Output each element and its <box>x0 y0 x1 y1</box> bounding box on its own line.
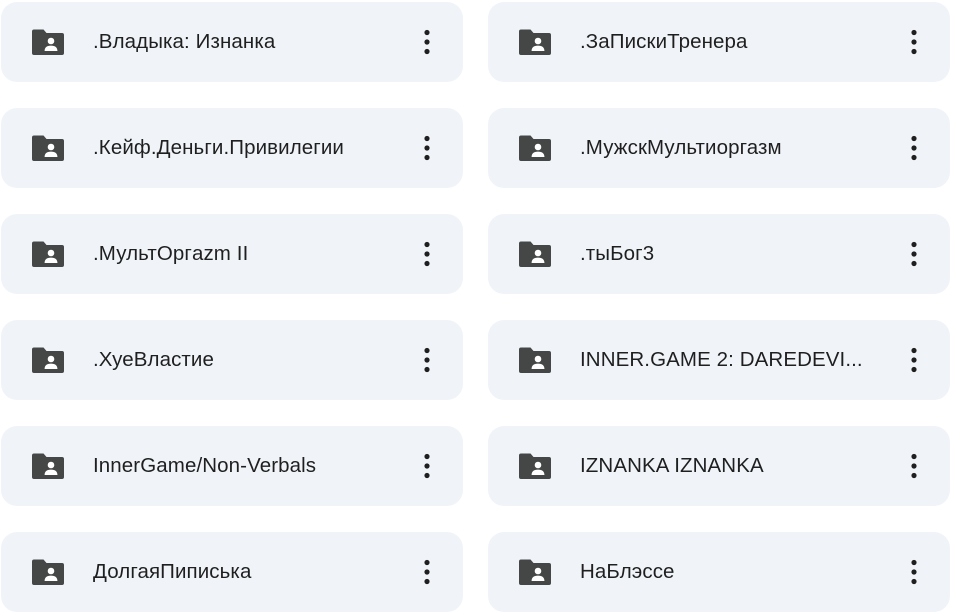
folder-name: ДолгаяПиписька <box>93 560 252 583</box>
folder-name: .МужскМультиоргазм <box>580 136 782 159</box>
folder-card[interactable]: ДолгаяПиписька <box>1 532 463 612</box>
more-actions-button[interactable] <box>413 22 441 62</box>
more-vert-icon <box>911 241 917 267</box>
folder-name: НаБлэссе <box>580 560 675 583</box>
more-vert-icon <box>911 29 917 55</box>
more-vert-icon <box>424 347 430 373</box>
folder-name: .тыБог3 <box>580 242 655 265</box>
more-vert-icon <box>424 135 430 161</box>
more-actions-button[interactable] <box>413 552 441 592</box>
shared-folder-icon <box>518 134 552 162</box>
shared-folder-icon <box>518 452 552 480</box>
more-vert-icon <box>424 453 430 479</box>
shared-folder-icon <box>31 346 65 374</box>
more-vert-icon <box>424 241 430 267</box>
more-actions-button[interactable] <box>900 22 928 62</box>
folder-card[interactable]: .ХуеВластие <box>1 320 463 400</box>
folder-card[interactable]: INNER.GAME 2: DAREDEVI... <box>488 320 950 400</box>
more-actions-button[interactable] <box>900 128 928 168</box>
shared-folder-icon <box>31 452 65 480</box>
folder-name: .Кейф.Деньги.Привилегии <box>93 136 344 159</box>
folder-name: .ЗаПискиТренера <box>580 30 748 53</box>
folder-name: InnerGame/Non-Verbals <box>93 454 317 477</box>
shared-folder-icon <box>31 558 65 586</box>
more-actions-button[interactable] <box>413 234 441 274</box>
folder-name: .ХуеВластие <box>93 348 214 371</box>
folder-card[interactable]: InnerGame/Non-Verbals <box>1 426 463 506</box>
more-actions-button[interactable] <box>413 446 441 486</box>
folder-name: INNER.GAME 2: DAREDEVI... <box>580 348 863 371</box>
folder-card[interactable]: .ЗаПискиТренера <box>488 2 950 82</box>
shared-folder-icon <box>518 558 552 586</box>
folder-name: .Владыка: Изнанка <box>93 30 276 53</box>
more-vert-icon <box>911 559 917 585</box>
shared-folder-icon <box>518 28 552 56</box>
shared-folder-icon <box>31 134 65 162</box>
shared-folder-icon <box>518 346 552 374</box>
shared-folder-icon <box>31 240 65 268</box>
more-actions-button[interactable] <box>900 446 928 486</box>
folder-card[interactable]: .МультОргazm II <box>1 214 463 294</box>
folder-card[interactable]: НаБлэссе <box>488 532 950 612</box>
folder-card[interactable]: IZNANKA IZNANKA <box>488 426 950 506</box>
folder-name: .МультОргazm II <box>93 242 249 265</box>
more-actions-button[interactable] <box>900 552 928 592</box>
folder-card[interactable]: .МужскМультиоргазм <box>488 108 950 188</box>
folder-card[interactable]: .Кейф.Деньги.Привилегии <box>1 108 463 188</box>
shared-folder-icon <box>518 240 552 268</box>
more-actions-button[interactable] <box>413 340 441 380</box>
more-vert-icon <box>424 29 430 55</box>
more-actions-button[interactable] <box>413 128 441 168</box>
more-actions-button[interactable] <box>900 234 928 274</box>
folder-name: IZNANKA IZNANKA <box>580 454 764 477</box>
more-vert-icon <box>911 347 917 373</box>
more-actions-button[interactable] <box>900 340 928 380</box>
more-vert-icon <box>911 135 917 161</box>
more-vert-icon <box>424 559 430 585</box>
folder-card[interactable]: .тыБог3 <box>488 214 950 294</box>
shared-folder-icon <box>31 28 65 56</box>
more-vert-icon <box>911 453 917 479</box>
folder-card[interactable]: .Владыка: Изнанка <box>1 2 463 82</box>
folder-grid: .Владыка: Изнанка .ЗаПискиТренера .Кейф.… <box>1 2 950 612</box>
